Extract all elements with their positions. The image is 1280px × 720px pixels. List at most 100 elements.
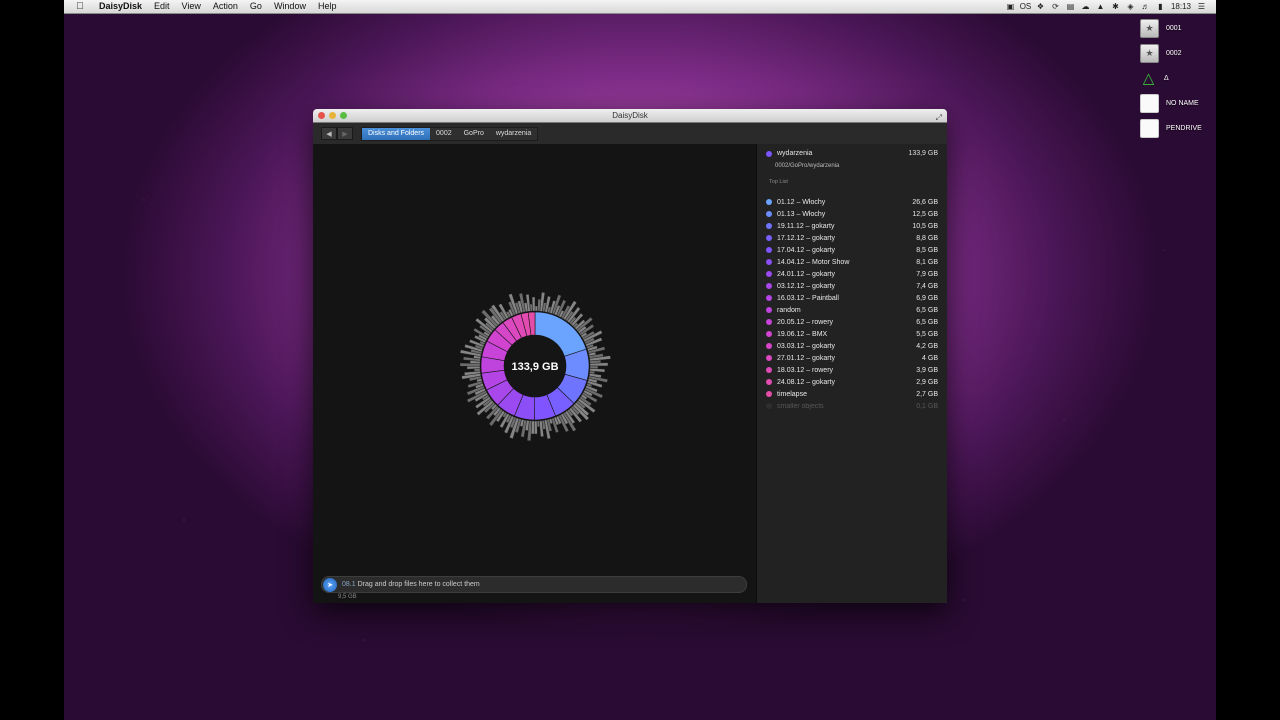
bluetooth-icon[interactable]: ✱ [1111,2,1120,11]
folder-path: 0002/GoPro/wydarzenia [775,163,840,169]
cloud-icon[interactable]: ☁ [1081,2,1090,11]
current-folder[interactable]: wydarzenia 133,9 GB [766,150,938,157]
list-item[interactable]: 19.06.12 – BMX 5,5 GB [766,328,938,340]
list-item[interactable]: timelapse 2,7 GB [766,388,938,400]
item-name: 14.04.12 – Motor Show [777,258,850,266]
list-item[interactable]: 03.03.12 – gokarty 4,2 GB [766,340,938,352]
top-list-label: Top List [769,179,788,185]
item-size: 6,9 GB [916,294,938,302]
sunburst-subsegment[interactable] [466,365,481,370]
fullscreen-icon[interactable]: ⤢ [936,111,942,124]
os-tray-text[interactable]: OS [1020,2,1032,11]
clock-text[interactable]: 18:13 [1171,2,1191,11]
back-button[interactable]: ◀ [321,127,337,140]
list-item[interactable]: 01.13 – Włochy 12,5 GB [766,208,938,220]
list-item[interactable]: 24.08.12 – gokarty 2,9 GB [766,376,938,388]
item-name: 01.13 – Włochy [777,210,826,218]
sunburst-subsegment[interactable] [534,305,538,312]
dropbox-icon[interactable]: ❖ [1036,2,1045,11]
drive-icon: ★ [1140,18,1159,38]
zoom-button[interactable] [340,112,347,119]
drive-label: NO NAME [1166,99,1199,107]
item-color-dot [766,211,772,217]
desktop-drive-delta[interactable]: △ Δ [1140,67,1210,89]
battery-icon[interactable]: ▮ [1156,2,1165,11]
list-item[interactable]: 20.05.12 – rowery 6,5 GB [766,316,938,328]
breadcrumb-wydarzenia[interactable]: wydarzenia [490,128,537,140]
desktop-drive-no-name[interactable]: NO NAME [1140,92,1210,114]
item-name: smaller objects [777,402,824,410]
menu-window[interactable]: Window [268,0,312,13]
daisydisk-window: DaisyDisk ⤢ ◀ ▶ Disks and Folders 0002 G… [313,109,947,603]
apple-menu-icon[interactable]:  [75,1,85,12]
menu-help[interactable]: Help [312,0,343,13]
item-name: timelapse [777,390,807,398]
list-item[interactable]: 03.12.12 – gokarty 7,4 GB [766,280,938,292]
item-size: 5,5 GB [916,330,938,338]
sunburst-subsegment[interactable] [531,296,536,312]
window-controls [318,112,347,119]
drive-icon: ★ [1140,43,1159,63]
desktop-drive-0001[interactable]: ★ 0001 [1140,17,1210,39]
sunburst-subsegment[interactable] [473,368,481,372]
list-item[interactable]: 18.03.12 – rowery 3,9 GB [766,364,938,376]
breadcrumb-gopro[interactable]: GoPro [458,128,490,140]
sunburst-area: 133,9 GB ➤ 08.1 Drag and drop files here… [313,144,755,603]
list-item[interactable]: 14.04.12 – Motor Show 8,1 GB [766,256,938,268]
list-item[interactable]: random 6,5 GB [766,304,938,316]
menu-go[interactable]: Go [244,0,268,13]
item-size: 2,7 GB [916,390,938,398]
minimize-button[interactable] [329,112,336,119]
item-color-dot [766,403,772,409]
item-size: 0,1 GB [916,402,938,410]
desktop-drive-pendrive[interactable]: PENDRIVE [1140,117,1210,139]
item-name: 18.03.12 – rowery [777,366,834,374]
list-item[interactable]: 27.01.12 – gokarty 4 GB [766,352,938,364]
alert-icon[interactable]: ▲ [1096,2,1105,11]
desktop-drive-0002[interactable]: ★ 0002 [1140,42,1210,64]
list-item[interactable]: smaller objects 0,1 GB [766,400,938,412]
item-name: 03.12.12 – gokarty [777,282,835,290]
list-icon[interactable]: ☰ [1197,2,1206,11]
item-size: 8,5 GB [916,246,938,254]
sync-icon[interactable]: ⟳ [1051,2,1060,11]
removable-drive-icon [1140,118,1159,138]
item-color-dot [766,343,772,349]
breadcrumb-disks-and-folders[interactable]: Disks and Folders [362,127,431,140]
item-name: 17.12.12 – gokarty [777,234,835,242]
list-item[interactable]: 16.03.12 – Paintball 6,9 GB [766,292,938,304]
toolbar: ◀ ▶ Disks and Folders 0002 GoPro wydarze… [313,123,947,145]
close-button[interactable] [318,112,325,119]
item-color-dot [766,355,772,361]
menu-app-name[interactable]: DaisyDisk [95,0,148,13]
menu-edit[interactable]: Edit [148,0,176,13]
top-list: 01.12 – Włochy 26,6 GB 01.13 – Włochy 12,5 … [766,196,938,412]
item-color-dot [766,391,772,397]
item-color-dot [766,283,772,289]
list-item[interactable]: 24.01.12 – gokarty 7,9 GB [766,268,938,280]
list-item[interactable]: 01.12 – Włochy 26,6 GB [766,196,938,208]
sunburst-subsegment[interactable] [534,420,538,435]
sunburst-subsegment[interactable] [536,420,541,428]
camera-icon[interactable]: ▣ [1006,2,1015,11]
item-color-dot [766,319,772,325]
window-titlebar[interactable]: DaisyDisk ⤢ [313,109,947,123]
wifi-icon[interactable]: ◈ [1126,2,1135,11]
sidebar: wydarzenia 133,9 GB 0002/GoPro/wydarzeni… [756,144,947,603]
volume-icon[interactable]: ♬ [1141,2,1150,11]
folder-name: wydarzenia [777,150,813,157]
breadcrumb-0002[interactable]: 0002 [430,128,458,140]
collector-icon[interactable]: ➤ [323,577,337,592]
folder-size: 133,9 GB [908,150,938,157]
drive-label: Δ [1164,74,1169,82]
sunburst-chart[interactable]: 133,9 GB [313,144,755,603]
menu-action[interactable]: Action [207,0,244,13]
list-item[interactable]: 17.12.12 – gokarty 8,8 GB [766,232,938,244]
menu-view[interactable]: View [176,0,207,13]
collector-bar[interactable]: ➤ 08.1 Drag and drop files here to colle… [321,576,747,593]
list-item[interactable]: 17.04.12 – gokarty 8,5 GB [766,244,938,256]
forward-button[interactable]: ▶ [337,127,353,140]
drive-label: 0001 [1166,24,1182,32]
list-item[interactable]: 19.11.12 – gokarty 10,5 GB [766,220,938,232]
display-icon[interactable]: ▤ [1066,2,1075,11]
